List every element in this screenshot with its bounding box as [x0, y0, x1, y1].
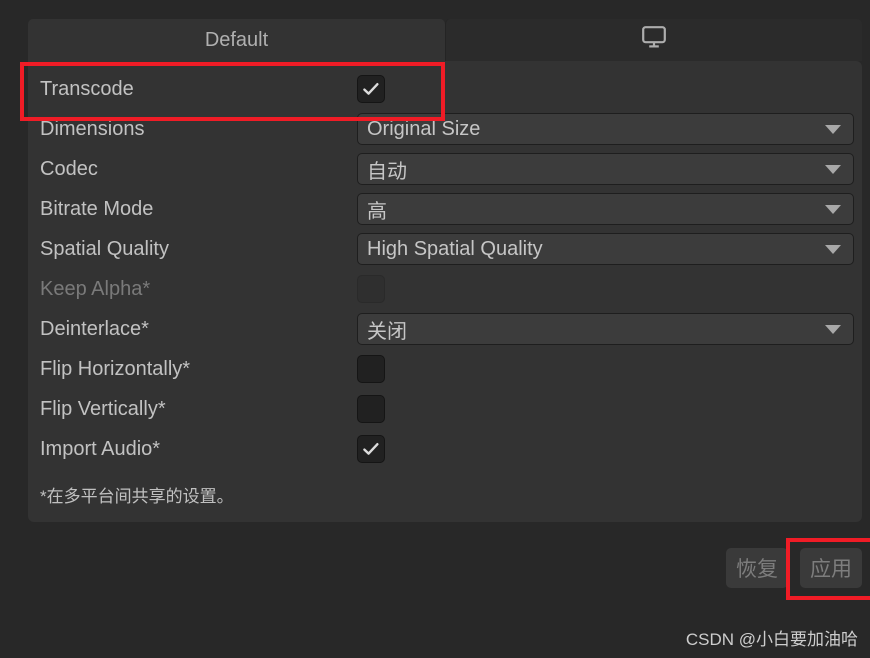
keep-alpha-label: Keep Alpha*	[40, 277, 151, 300]
tab-platform[interactable]	[445, 19, 862, 61]
dimensions-dropdown[interactable]: Original Size	[357, 113, 854, 145]
flip-horizontally-label: Flip Horizontally*	[40, 357, 191, 380]
import-audio-row: Import Audio*	[28, 429, 862, 469]
deinterlace-label: Deinterlace*	[40, 317, 149, 340]
import-audio-control	[357, 435, 385, 463]
dimensions-control: Original Size	[357, 113, 854, 145]
flip-horizontally-checkbox[interactable]	[357, 355, 385, 383]
import-audio-label: Import Audio*	[40, 437, 161, 460]
tab-default[interactable]: Default	[28, 19, 445, 61]
transcode-row: Transcode	[28, 69, 862, 109]
bitrate-mode-control: 高	[357, 193, 854, 225]
codec-dropdown[interactable]: 自动	[357, 153, 854, 185]
keep-alpha-checkbox	[357, 275, 385, 303]
dimensions-row: Dimensions Original Size	[28, 109, 862, 149]
settings-panel: Transcode Dimensions Original Size Codec…	[28, 61, 862, 522]
spatial-quality-label: Spatial Quality	[40, 237, 169, 260]
flip-horizontally-row: Flip Horizontally*	[28, 349, 862, 389]
bitrate-mode-row: Bitrate Mode 高	[28, 189, 862, 229]
codec-value: 自动	[367, 160, 407, 183]
chevron-down-icon	[825, 245, 841, 254]
transcode-label: Transcode	[40, 77, 134, 100]
footer-buttons: 恢复 应用	[726, 548, 862, 588]
flip-vertically-control	[357, 395, 385, 423]
flip-vertically-checkbox[interactable]	[357, 395, 385, 423]
spatial-quality-dropdown[interactable]: High Spatial Quality	[357, 233, 854, 265]
transcode-control	[357, 75, 385, 103]
flip-vertically-row: Flip Vertically*	[28, 389, 862, 429]
deinterlace-value: 关闭	[367, 320, 407, 343]
codec-row: Codec 自动	[28, 149, 862, 189]
keep-alpha-control	[357, 275, 385, 303]
spatial-quality-control: High Spatial Quality	[357, 233, 854, 265]
dimensions-label: Dimensions	[40, 117, 145, 140]
spatial-quality-value: High Spatial Quality	[367, 237, 543, 260]
codec-label: Codec	[40, 157, 98, 180]
transcode-checkbox[interactable]	[357, 75, 385, 103]
spatial-quality-row: Spatial Quality High Spatial Quality	[28, 229, 862, 269]
deinterlace-dropdown[interactable]: 关闭	[357, 313, 854, 345]
bitrate-mode-value: 高	[367, 200, 387, 223]
import-audio-checkbox[interactable]	[357, 435, 385, 463]
deinterlace-control: 关闭	[357, 313, 854, 345]
chevron-down-icon	[825, 125, 841, 134]
tab-default-label: Default	[204, 28, 269, 51]
flip-vertically-label: Flip Vertically*	[40, 397, 166, 420]
bitrate-mode-label: Bitrate Mode	[40, 197, 154, 220]
checkmark-icon	[363, 83, 379, 95]
shared-settings-footnote: *在多平台间共享的设置。	[40, 487, 234, 506]
dimensions-value: Original Size	[367, 117, 481, 140]
watermark: CSDN @小白要加油哈	[685, 630, 858, 649]
chevron-down-icon	[825, 325, 841, 334]
deinterlace-row: Deinterlace* 关闭	[28, 309, 862, 349]
chevron-down-icon	[825, 165, 841, 174]
codec-control: 自动	[357, 153, 854, 185]
checkmark-icon	[363, 443, 379, 455]
monitor-icon	[641, 25, 667, 55]
bitrate-mode-dropdown[interactable]: 高	[357, 193, 854, 225]
chevron-down-icon	[825, 205, 841, 214]
tab-bar: Default	[28, 19, 862, 61]
flip-horizontally-control	[357, 355, 385, 383]
keep-alpha-row: Keep Alpha*	[28, 269, 862, 309]
revert-button[interactable]: 恢复	[726, 548, 788, 588]
apply-button[interactable]: 应用	[800, 548, 862, 588]
